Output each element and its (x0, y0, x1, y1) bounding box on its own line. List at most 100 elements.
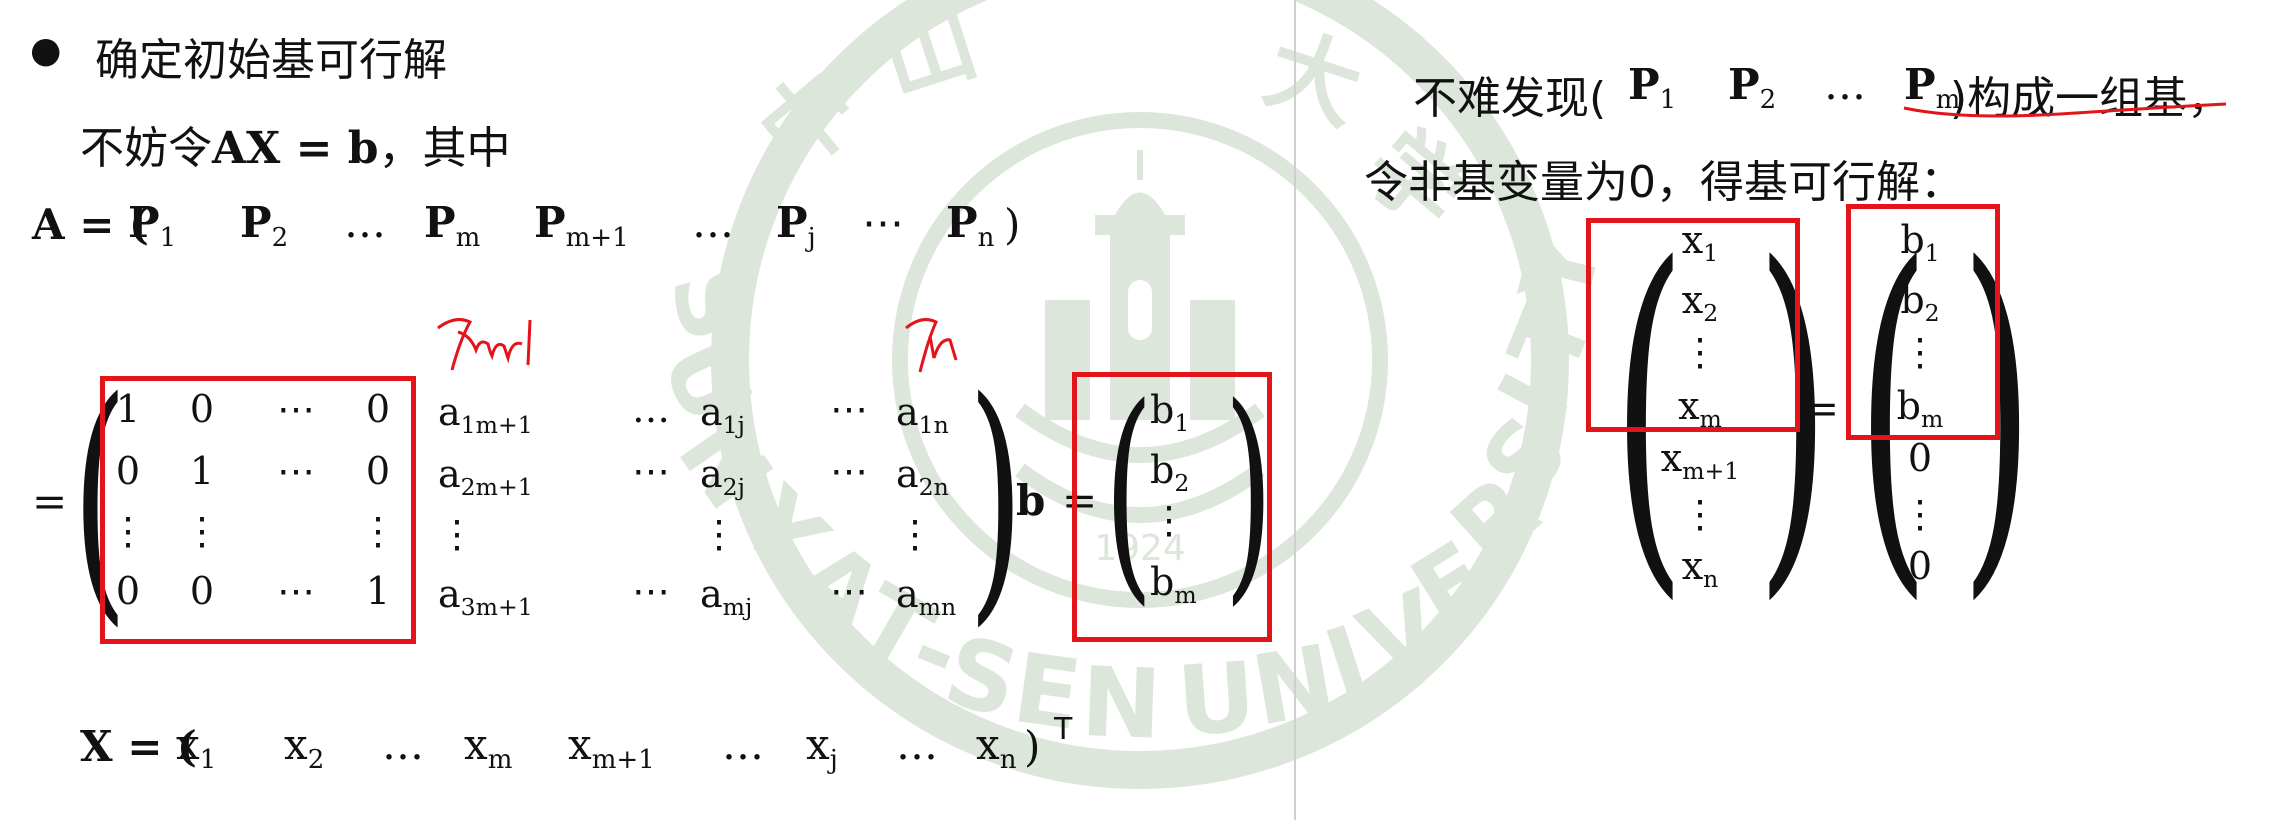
coefficient-entry: a2m+1 (438, 452, 533, 501)
solution-b-entry-subscript: 2 (1924, 299, 1940, 328)
basis-vector: P2 (1728, 60, 1776, 115)
solution-x-entry: x2 (1682, 278, 1718, 327)
b-label: b (1016, 476, 1046, 525)
solution-b-entry: ⋮ (1901, 492, 1939, 536)
A-item-base: … (344, 198, 386, 247)
solution-x-entry-base: x (1681, 544, 1704, 588)
column-divider (1294, 0, 1296, 820)
solution-b-entry-base: 0 (1907, 436, 1933, 480)
solution-x-entry-subscript: n (1703, 565, 1719, 594)
identity-cell: 0 (365, 449, 391, 493)
coefficient-entry-base: a (700, 452, 723, 496)
solution-x-entry-base: x (1660, 436, 1683, 480)
identity-cell: 1 (365, 569, 391, 613)
coefficient-entry-base: a (438, 572, 461, 616)
solution-x-entry-base: ⋮ (1681, 492, 1719, 536)
basis-vector: Pm (1904, 60, 1960, 115)
A-item: Pm+1 (534, 198, 629, 253)
solution-b-entry-base: ⋮ (1901, 330, 1939, 374)
solution-b-entry-subscript: 1 (1924, 239, 1940, 268)
X-item-base: … (896, 720, 938, 769)
A-item-subscript: 1 (159, 223, 177, 254)
solution-b-entry: 0 (1908, 436, 1932, 480)
X-item-subscript: m+1 (591, 745, 655, 776)
identity-cell: ⋮ (109, 509, 147, 553)
coefficient-entry-base: a (896, 452, 919, 496)
A-item-base: P (240, 198, 272, 247)
solution-b-entry-base: 0 (1907, 544, 1933, 588)
coefficient-entry: a3m+1 (438, 572, 533, 621)
X-item-subscript: m (487, 745, 513, 776)
solution-x-entry-base: x (1681, 218, 1704, 262)
coefficient-entry-subscript: 2j (722, 473, 745, 502)
identity-cell: 1 (189, 449, 215, 493)
solution-x-entry-subscript: m (1699, 405, 1722, 434)
handwritten-pn-annotation (905, 318, 958, 373)
solution-b-entry-base: b (1900, 218, 1925, 262)
A-item: … (344, 198, 386, 247)
identity-cell: ⋯ (277, 387, 315, 431)
coefficient-entry-subscript: 3m+1 (460, 593, 533, 622)
coefficient-entry: a1m+1 (438, 390, 533, 439)
A-item: P1 (128, 198, 176, 253)
basis-vector: P1 (1628, 60, 1676, 115)
solution-x-entry-subscript: 1 (1703, 239, 1719, 268)
basis-vector-base: P (1728, 60, 1760, 109)
coefficient-entry-subscript: 1j (722, 411, 745, 440)
coefficient-entry-subscript: mj (722, 593, 753, 622)
section-heading: 确定初始基可行解 (95, 35, 447, 86)
A-item: Pj (776, 198, 816, 253)
svg-text:U: U (1174, 641, 1260, 758)
X-close-paren: ) (1024, 722, 1041, 771)
basis-vector-base: P (1904, 60, 1936, 109)
ellipsis: … (632, 387, 670, 431)
X-item: xm+1 (568, 720, 655, 775)
handwritten-pm1-annotation (437, 318, 532, 371)
X-item: x2 (284, 720, 324, 775)
A-item: ⋯ (862, 198, 904, 247)
A-item-subscript: j (807, 223, 816, 254)
b-vector-entry: b2 (1150, 448, 1189, 497)
b-vector-entry: ⋮ (1150, 498, 1188, 542)
coefficient-entry-base: ⋮ (700, 512, 738, 556)
A-item-base: P (128, 198, 160, 247)
coefficient-entry-base: a (700, 390, 723, 434)
identity-cell: ⋮ (359, 509, 397, 553)
ellipsis: ⋯ (632, 449, 670, 493)
X-item-base: x (806, 720, 830, 769)
b-vector-entry: b1 (1150, 388, 1189, 437)
solution-b-entry-base: b (1896, 384, 1921, 428)
X-item-subscript: n (999, 745, 1017, 776)
X-item-base: x (568, 720, 592, 769)
A-item: Pn (946, 198, 994, 253)
solution-b-entry: b1 (1900, 218, 1939, 267)
identity-cell: ⋯ (277, 569, 315, 613)
solution-x-entry-subscript: 2 (1703, 299, 1719, 328)
A-item-base: … (692, 198, 734, 247)
X-item-subscript: 2 (307, 745, 325, 776)
svg-text:山: 山 (869, 0, 990, 116)
X-item-base: x (976, 720, 1000, 769)
coefficient-entry-subscript: 2m+1 (460, 473, 533, 502)
X-item: … (896, 720, 938, 769)
X-item: xj (806, 720, 838, 775)
coefficient-entry-base: a (700, 572, 723, 616)
A-item: P2 (240, 198, 288, 253)
identity-cell: ⋮ (183, 509, 221, 553)
identity-cell: 0 (189, 569, 215, 613)
basis-vector-base: P (1628, 60, 1660, 109)
bullet-icon: ● (30, 30, 62, 71)
X-item-base: x (284, 720, 308, 769)
solution-x-entry: ⋮ (1681, 330, 1719, 374)
solution-x-entry-base: x (1681, 278, 1704, 322)
identity-cell: 0 (115, 449, 141, 493)
basis-vector-subscript: 2 (1759, 85, 1777, 116)
trailing-comma: , (1250, 478, 1264, 527)
X-item-base: … (382, 720, 424, 769)
coefficient-entry: ⋮ (438, 512, 476, 556)
coefficient-entry: a2j (700, 452, 745, 501)
identity-cell: ⋯ (277, 449, 315, 493)
ellipsis: ⋯ (830, 387, 868, 431)
A-item-base: P (534, 198, 566, 247)
ellipsis: ⋯ (830, 449, 868, 493)
